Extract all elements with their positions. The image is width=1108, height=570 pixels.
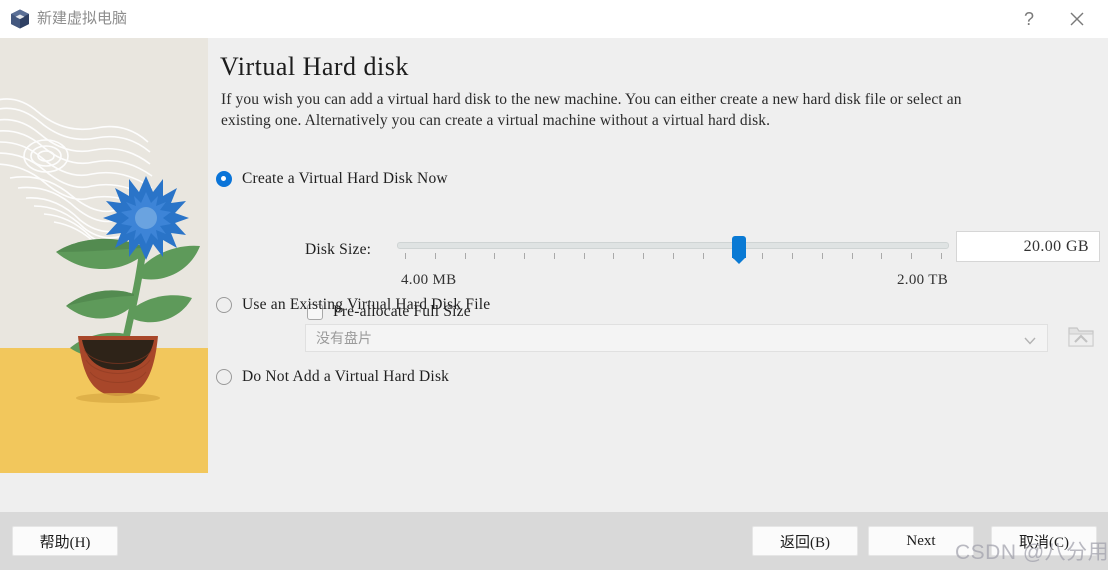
wizard-content: Virtual Hard disk If you wish you can ad… bbox=[208, 38, 1108, 512]
cancel-button[interactable]: 取消(C) bbox=[991, 526, 1097, 556]
slider-tick bbox=[613, 253, 615, 259]
titlebar: 新建虚拟电脑 ? bbox=[0, 0, 1108, 39]
next-button[interactable]: Next bbox=[868, 526, 974, 556]
radio-indicator-create-new[interactable] bbox=[216, 171, 232, 187]
slider-min-label: 4.00 MB bbox=[401, 272, 457, 288]
radio-label-use-existing: Use an Existing Virtual Hard Disk File bbox=[242, 296, 491, 313]
slider-tick bbox=[851, 253, 853, 259]
slider-tick bbox=[881, 253, 883, 259]
slider-handle[interactable] bbox=[732, 236, 747, 264]
slider-tick bbox=[464, 253, 466, 259]
slider-tick bbox=[494, 253, 496, 259]
footer-button-bar: 帮助(H) 返回(B) Next 取消(C) bbox=[0, 512, 1108, 570]
slider-tick bbox=[911, 253, 913, 259]
existing-disk-combobox[interactable]: 没有盘片 bbox=[305, 324, 1048, 352]
radio-use-existing-disk[interactable]: Use an Existing Virtual Hard Disk File bbox=[216, 294, 490, 316]
disk-size-value-field[interactable]: 20.00 GB bbox=[956, 231, 1100, 262]
close-icon[interactable] bbox=[1054, 0, 1100, 38]
back-button[interactable]: 返回(B) bbox=[752, 526, 858, 556]
radio-label-do-not-add: Do Not Add a Virtual Hard Disk bbox=[242, 368, 450, 385]
radio-indicator-use-existing[interactable] bbox=[216, 297, 232, 313]
existing-disk-combobox-value: 没有盘片 bbox=[316, 330, 372, 346]
slider-tick bbox=[553, 253, 555, 259]
slider-tick bbox=[524, 253, 526, 259]
slider-max-label: 2.00 TB bbox=[897, 272, 948, 288]
slider-tick bbox=[405, 253, 406, 259]
slider-tick bbox=[434, 253, 436, 259]
disk-size-slider[interactable] bbox=[397, 234, 949, 264]
radio-do-not-add-disk[interactable]: Do Not Add a Virtual Hard Disk bbox=[216, 366, 449, 388]
wizard-illustration bbox=[0, 38, 208, 473]
slider-groove[interactable] bbox=[397, 242, 949, 249]
page-description: If you wish you can add a virtual hard d… bbox=[221, 91, 966, 129]
help-footer-button[interactable]: 帮助(H) bbox=[12, 526, 118, 556]
new-vm-wizard-window: 新建虚拟电脑 ? Virtual Hard disk If you wish y… bbox=[0, 0, 1108, 570]
slider-tick bbox=[762, 253, 764, 259]
page-title: Virtual Hard disk bbox=[220, 52, 409, 81]
help-button[interactable]: ? bbox=[1006, 0, 1052, 38]
window-title: 新建虚拟电脑 bbox=[37, 10, 128, 27]
slider-tick bbox=[583, 253, 585, 259]
slider-tick bbox=[941, 253, 942, 259]
folder-open-icon bbox=[1066, 322, 1096, 355]
browse-disk-button[interactable] bbox=[1064, 321, 1098, 355]
disk-size-label: Disk Size: bbox=[305, 241, 372, 258]
slider-tick bbox=[702, 253, 704, 259]
slider-tick bbox=[643, 253, 645, 259]
slider-tick bbox=[673, 253, 674, 259]
radio-create-new-disk[interactable]: Create a Virtual Hard Disk Now bbox=[216, 168, 448, 190]
radio-indicator-do-not-add[interactable] bbox=[216, 369, 232, 385]
slider-tick bbox=[792, 253, 794, 259]
radio-label-create-new: Create a Virtual Hard Disk Now bbox=[242, 170, 448, 187]
chevron-down-icon[interactable] bbox=[1023, 333, 1037, 351]
slider-tick bbox=[821, 253, 823, 259]
virtualbox-cube-icon bbox=[9, 8, 31, 30]
